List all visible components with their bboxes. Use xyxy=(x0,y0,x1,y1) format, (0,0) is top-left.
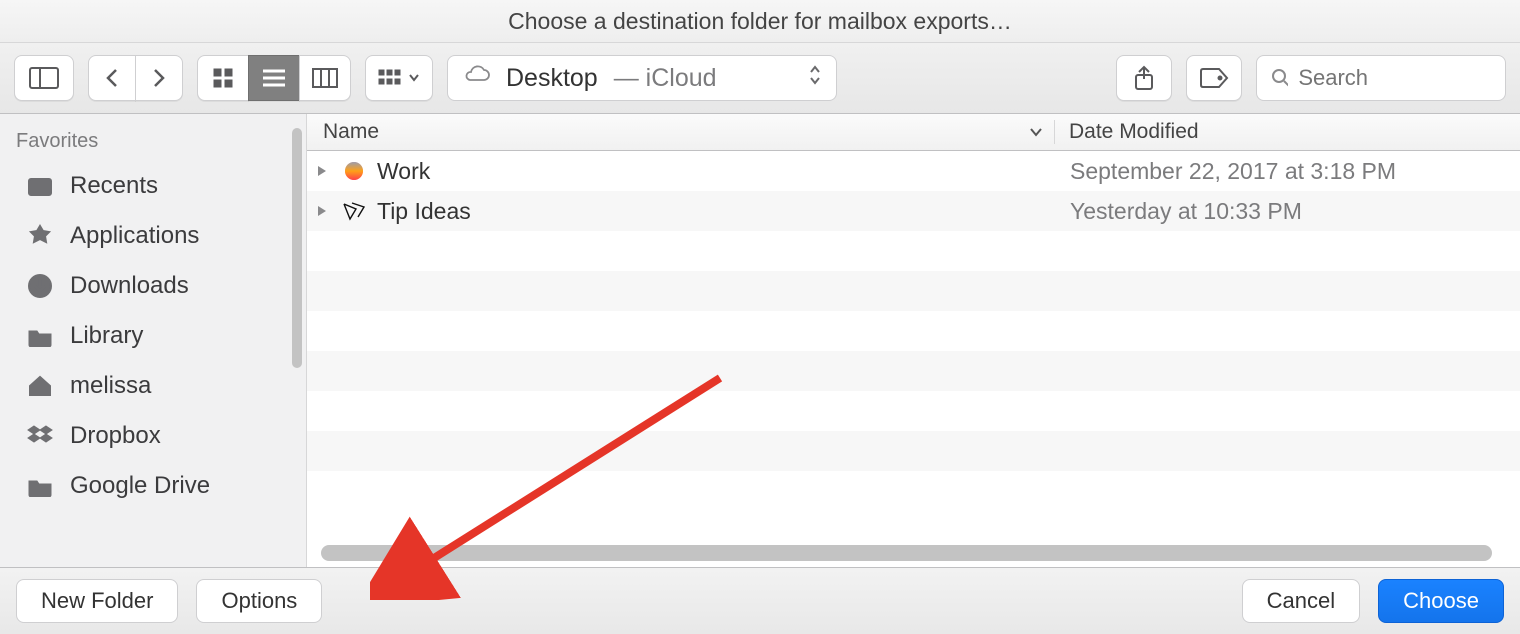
columns-icon xyxy=(312,68,338,88)
file-name: Work xyxy=(371,158,1056,185)
options-button[interactable]: Options xyxy=(196,579,322,623)
sidebar-item-label: Dropbox xyxy=(70,422,161,450)
toolbar: Desktop — iCloud xyxy=(0,43,1520,114)
column-header: Name Date Modified xyxy=(307,114,1520,151)
choose-button[interactable]: Choose xyxy=(1378,579,1504,623)
file-row[interactable]: Work September 22, 2017 at 3:18 PM xyxy=(307,151,1520,191)
sidebar-item-label: Downloads xyxy=(70,272,189,300)
horizontal-scrollbar[interactable] xyxy=(321,545,1492,561)
folder-dark-icon xyxy=(337,201,371,221)
view-mode-group xyxy=(197,55,351,101)
sidebar-item-googledrive[interactable]: Google Drive xyxy=(0,461,306,511)
location-popup[interactable]: Desktop — iCloud xyxy=(447,55,837,101)
share-icon xyxy=(1133,65,1155,91)
sort-indicator xyxy=(1028,126,1044,138)
file-date: September 22, 2017 at 3:18 PM xyxy=(1056,158,1500,185)
nav-group xyxy=(88,55,183,101)
open-panel: Choose a destination folder for mailbox … xyxy=(0,0,1520,634)
bottom-toolbar: New Folder Options Cancel Choose xyxy=(0,567,1520,634)
disclosure-triangle-icon[interactable] xyxy=(307,164,337,178)
sidebar-item-label: Applications xyxy=(70,222,199,250)
sidebar-scrollbar[interactable] xyxy=(292,128,302,368)
column-name[interactable]: Name xyxy=(307,120,1054,144)
disclosure-triangle-icon[interactable] xyxy=(307,204,337,218)
title-text: Choose a destination folder for mailbox … xyxy=(508,8,1012,35)
sidebar-item-label: Recents xyxy=(70,172,158,200)
applications-icon xyxy=(24,220,56,252)
sidebar-item-label: Library xyxy=(70,322,143,350)
sidebar-item-downloads[interactable]: Downloads xyxy=(0,261,306,311)
search-input[interactable] xyxy=(1296,64,1491,92)
sidebar-item-label: melissa xyxy=(70,372,151,400)
tag-icon xyxy=(1199,67,1229,89)
toggle-sidebar-button[interactable] xyxy=(14,55,74,101)
cancel-button[interactable]: Cancel xyxy=(1242,579,1360,623)
new-folder-button[interactable]: New Folder xyxy=(16,579,178,623)
search-icon xyxy=(1271,68,1288,88)
file-list: Name Date Modified Work September 22, 20… xyxy=(307,114,1520,567)
dropbox-icon xyxy=(24,420,56,452)
home-icon xyxy=(24,370,56,402)
chevron-left-icon xyxy=(105,68,119,88)
column-date[interactable]: Date Modified xyxy=(1054,120,1499,144)
titlebar: Choose a destination folder for mailbox … xyxy=(0,0,1520,43)
tags-button[interactable] xyxy=(1186,55,1242,101)
sidebar-header: Favorites xyxy=(0,124,306,161)
location-source: — iCloud xyxy=(614,64,717,93)
file-name: Tip Ideas xyxy=(371,198,1056,225)
location-name: Desktop xyxy=(506,64,598,93)
sidebar: Favorites Recents Applications Downloads… xyxy=(0,114,307,567)
chevron-down-icon xyxy=(408,73,420,83)
file-date: Yesterday at 10:33 PM xyxy=(1056,198,1500,225)
chevron-right-icon xyxy=(152,68,166,88)
list-icon xyxy=(261,68,287,88)
arrange-button[interactable] xyxy=(365,55,433,101)
column-view-button[interactable] xyxy=(299,55,351,101)
sidebar-item-home[interactable]: melissa xyxy=(0,361,306,411)
updown-icon xyxy=(808,64,822,92)
sidebar-item-library[interactable]: Library xyxy=(0,311,306,361)
cloud-icon xyxy=(462,65,492,91)
sidebar-toggle-icon xyxy=(29,67,59,89)
chevron-down-icon xyxy=(1028,126,1044,138)
sidebar-item-dropbox[interactable]: Dropbox xyxy=(0,411,306,461)
sidebar-item-label: Google Drive xyxy=(70,472,210,500)
share-button[interactable] xyxy=(1116,55,1172,101)
file-row[interactable]: Tip Ideas Yesterday at 10:33 PM xyxy=(307,191,1520,231)
grid-icon xyxy=(212,67,234,89)
recents-icon xyxy=(24,170,56,202)
icon-view-button[interactable] xyxy=(197,55,249,101)
forward-button[interactable] xyxy=(135,55,183,101)
back-button[interactable] xyxy=(88,55,136,101)
arrange-icon xyxy=(378,69,404,87)
list-view-button[interactable] xyxy=(248,55,300,101)
folder-icon xyxy=(24,320,56,352)
folder-icon xyxy=(24,470,56,502)
folder-color-icon xyxy=(337,160,371,182)
sidebar-item-recents[interactable]: Recents xyxy=(0,161,306,211)
search-field[interactable] xyxy=(1256,55,1506,101)
downloads-icon xyxy=(24,270,56,302)
sidebar-item-applications[interactable]: Applications xyxy=(0,211,306,261)
